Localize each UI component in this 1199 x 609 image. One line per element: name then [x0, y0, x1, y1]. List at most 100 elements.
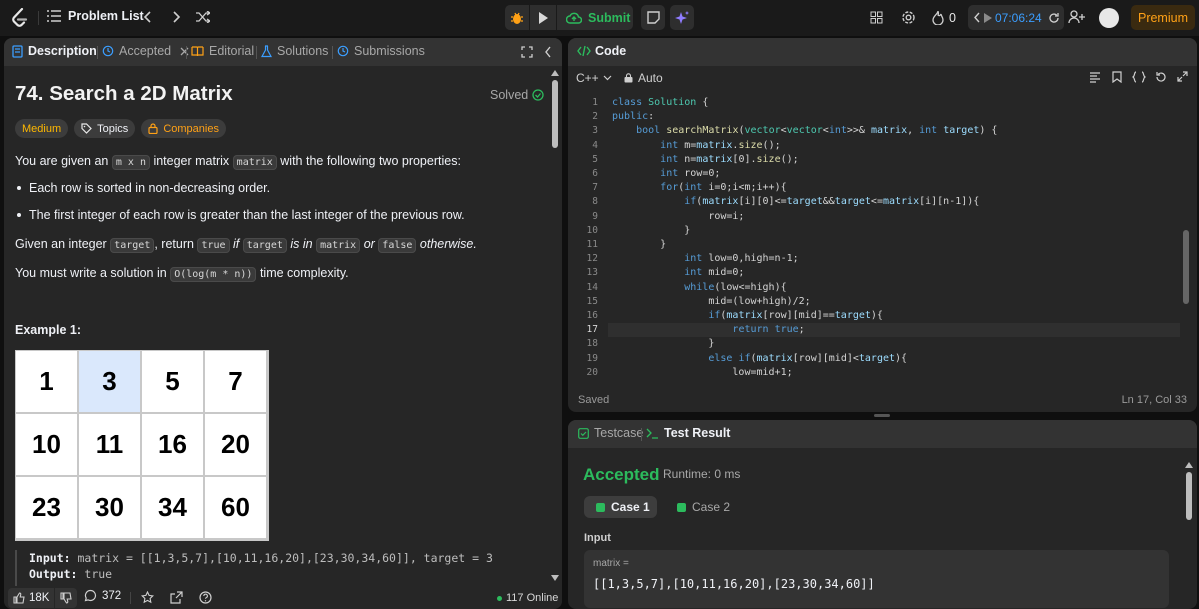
- scroll-up-icon[interactable]: [551, 70, 559, 76]
- submit-label: Submit: [588, 10, 631, 25]
- code-line: }: [612, 338, 715, 350]
- page-title: 74. Search a 2D Matrix: [15, 82, 233, 105]
- code-line: low=mid+1;: [612, 366, 793, 378]
- problem-list-button[interactable]: Problem List: [47, 9, 144, 23]
- p3-text-a: You must write a solution in: [15, 266, 167, 280]
- code-line: }: [612, 239, 667, 250]
- terminal-icon: [646, 428, 659, 439]
- p1-code-mxn: m x n: [111, 155, 150, 170]
- braces-icon[interactable]: [1132, 71, 1146, 83]
- code-panel: Code C++ Auto 1 2 3 4 5 6 7 8 9 10 11 12 13 14 15 16 17 1…: [568, 38, 1197, 412]
- matrix-cell: 7: [205, 351, 266, 412]
- case-1-tab[interactable]: Case 1: [584, 496, 657, 518]
- tab-testcase-label: Testcase: [594, 426, 644, 440]
- tab-description[interactable]: Description: [12, 44, 97, 58]
- cursor-position: Ln 17, Col 33: [1121, 394, 1187, 406]
- problem-content: 74. Search a 2D Matrix Solved Medium Top…: [4, 66, 550, 586]
- line-number: 5: [592, 153, 598, 165]
- top-bar: Problem List Submit 0 07:06:24 Premium: [0, 0, 1199, 36]
- reset-icon[interactable]: [1048, 12, 1060, 24]
- case-2-tab[interactable]: Case 2: [666, 496, 739, 518]
- like-button[interactable]: 18K: [8, 588, 54, 608]
- code-line: int mid=0;: [684, 267, 745, 279]
- expand-icon[interactable]: [1177, 71, 1188, 82]
- leetcode-logo[interactable]: [10, 8, 30, 28]
- dislike-button[interactable]: [55, 588, 77, 608]
- topics-tag[interactable]: Topics: [74, 119, 136, 138]
- companies-label: Companies: [163, 122, 219, 135]
- format-icon[interactable]: [1089, 72, 1101, 83]
- result-status: Accepted: [583, 465, 660, 484]
- gear-icon[interactable]: [901, 10, 916, 25]
- notes-button[interactable]: [641, 5, 665, 30]
- timer-widget[interactable]: 07:06:24: [968, 5, 1064, 30]
- online-dot-icon: [497, 595, 502, 601]
- p2-code-false: false: [378, 238, 417, 253]
- line-number: 16: [586, 310, 598, 321]
- editor-scrollbar[interactable]: [1180, 96, 1192, 384]
- case-1-check-icon: [596, 502, 605, 512]
- star-icon[interactable]: [141, 591, 154, 604]
- companies-tag[interactable]: Companies: [141, 119, 226, 138]
- scroll-down-icon[interactable]: [551, 575, 559, 581]
- collapse-icon[interactable]: [544, 46, 552, 58]
- code-line: return true;: [732, 324, 805, 336]
- tab-code[interactable]: Code: [577, 44, 626, 58]
- result-scrollbar[interactable]: [1183, 460, 1195, 609]
- list-item: The first integer of each row is greater…: [15, 206, 465, 224]
- description-scrollbar[interactable]: [550, 68, 560, 583]
- code-line: int m=matrix.size();: [660, 139, 781, 151]
- code-line: int low=0,high=n-1;: [684, 253, 799, 265]
- prev-problem-icon[interactable]: [143, 10, 153, 24]
- p1-code-matrix: matrix: [232, 155, 277, 170]
- case-2-check-icon: [677, 502, 686, 512]
- difficulty-badge[interactable]: Medium: [15, 119, 69, 138]
- shuffle-icon[interactable]: [196, 11, 210, 23]
- editor-scrollbar-thumb[interactable]: [1183, 230, 1189, 304]
- streak-counter[interactable]: 0: [932, 10, 956, 25]
- debug-button[interactable]: [505, 5, 529, 30]
- mode-indicator[interactable]: Auto: [624, 71, 663, 85]
- language-select[interactable]: C++: [576, 71, 612, 85]
- reset-code-icon[interactable]: [1155, 71, 1167, 83]
- code-line: int n=matrix[0].size();: [660, 153, 799, 165]
- result-scroll-up-icon[interactable]: [1185, 462, 1193, 468]
- check-circle-icon: [532, 89, 544, 101]
- premium-button[interactable]: Premium: [1131, 5, 1195, 30]
- bookmark-icon[interactable]: [1112, 71, 1122, 83]
- tab-editorial[interactable]: Editorial: [191, 44, 254, 58]
- p2-code-target2: target: [242, 238, 287, 253]
- maximize-icon[interactable]: [521, 46, 533, 58]
- line-number: 9: [592, 210, 598, 222]
- layout-icon[interactable]: [870, 11, 883, 24]
- add-user-icon[interactable]: [1068, 10, 1085, 24]
- run-button[interactable]: [530, 5, 556, 30]
- scrollbar-thumb[interactable]: [552, 80, 558, 148]
- tab-solutions[interactable]: Solutions: [261, 44, 328, 58]
- solved-label: Solved: [490, 88, 529, 102]
- result-scrollbar-thumb[interactable]: [1186, 472, 1192, 520]
- tab-accepted[interactable]: Accepted: [102, 44, 189, 58]
- p3-code-complexity: O(log(m * n)): [170, 267, 257, 282]
- panel-resize-handle[interactable]: [874, 414, 890, 417]
- chevron-left-icon[interactable]: [973, 12, 981, 23]
- submit-button[interactable]: Submit: [557, 5, 633, 30]
- share-icon[interactable]: [170, 591, 183, 604]
- input-label: Input:: [29, 551, 71, 565]
- p1-text-a: You are given an: [15, 154, 109, 168]
- comments-button[interactable]: 372: [84, 589, 121, 602]
- tab-testcase[interactable]: Testcase: [578, 426, 643, 440]
- description-p1: You are given an m x n integer matrix ma…: [15, 152, 461, 172]
- ai-assist-button[interactable]: [670, 5, 694, 30]
- close-icon[interactable]: [180, 47, 189, 56]
- help-icon[interactable]: [199, 591, 212, 604]
- result-content: Accepted Runtime: 0 ms Case 1 Case 2 Inp…: [568, 448, 1183, 609]
- solved-status: Solved: [490, 88, 544, 102]
- code-editor[interactable]: 1 2 3 4 5 6 7 8 9 10 11 12 13 14 15 16 17 18 19 20 class So…: [568, 96, 1180, 384]
- tab-test-result[interactable]: Test Result: [646, 426, 730, 440]
- result-tabs: Testcase Test Result: [568, 420, 1197, 448]
- comment-count: 372: [102, 589, 122, 602]
- tab-submissions[interactable]: Submissions: [337, 44, 425, 58]
- avatar[interactable]: [1099, 8, 1119, 28]
- next-problem-icon[interactable]: [171, 10, 181, 24]
